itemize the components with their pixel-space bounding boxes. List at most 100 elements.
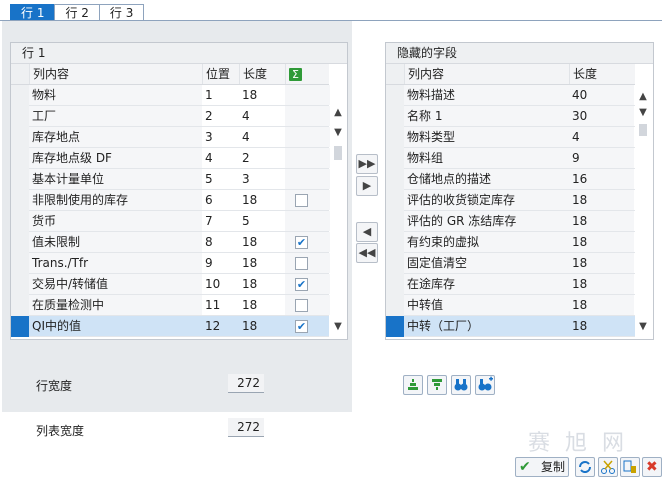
tab-row-3[interactable]: 行 3	[98, 4, 145, 21]
move-all-left-button[interactable]: ◀◀	[356, 243, 378, 263]
row-selector[interactable]	[11, 253, 29, 274]
cell-length[interactable]: 18	[239, 274, 284, 294]
row-selector[interactable]	[386, 274, 404, 295]
row-selector[interactable]	[386, 190, 404, 211]
table-row[interactable]: 货币 7 5	[11, 211, 332, 232]
cell-position[interactable]: 3	[202, 127, 238, 147]
row-selector[interactable]	[11, 85, 29, 106]
cell-position[interactable]: 12	[202, 316, 238, 336]
table-row[interactable]: 值未限制 8 18 ✔	[11, 232, 332, 253]
scroll-down-arrow-icon[interactable]: ▼	[635, 106, 651, 120]
col-header-length[interactable]: 长度	[239, 64, 283, 84]
layout-button[interactable]	[620, 457, 640, 477]
table-row[interactable]: 交易中/转储值 10 18 ✔	[11, 274, 332, 295]
cell-position[interactable]: 7	[202, 211, 238, 231]
cell-position[interactable]: 8	[202, 232, 238, 252]
sum-checkbox[interactable]: ✔	[295, 236, 308, 249]
col-header-sum[interactable]: Σ	[285, 64, 329, 84]
sum-checkbox[interactable]: ✔	[295, 320, 308, 333]
table-row[interactable]: 工厂 2 4	[11, 106, 332, 127]
col-header-length[interactable]: 长度	[569, 64, 635, 84]
cell-length[interactable]: 3	[239, 169, 284, 189]
table-row[interactable]: 非限制使用的库存 6 18	[11, 190, 332, 211]
row-selector[interactable]	[386, 169, 404, 190]
scroll-down-arrow-icon[interactable]: ▼	[330, 126, 346, 140]
cut-button[interactable]	[598, 457, 618, 477]
cell-position[interactable]: 10	[202, 274, 238, 294]
sum-checkbox[interactable]	[295, 194, 308, 207]
cell-length[interactable]: 4	[239, 127, 284, 147]
find-button[interactable]	[451, 375, 471, 395]
table-row[interactable]: Trans./Tfr 9 18	[11, 253, 332, 274]
scroll-thumb[interactable]	[334, 146, 342, 160]
table-row[interactable]: 中转值 18	[386, 295, 635, 316]
row-selector[interactable]	[386, 85, 404, 106]
row-selector[interactable]	[11, 232, 29, 253]
refresh-button[interactable]	[575, 457, 595, 477]
table-row[interactable]: 固定值清空 18	[386, 253, 635, 274]
sort-descending-button[interactable]	[427, 375, 447, 395]
select-all-handle[interactable]	[386, 64, 404, 84]
row-selector[interactable]	[386, 316, 404, 337]
row-selector[interactable]	[386, 211, 404, 232]
row-selector[interactable]	[11, 106, 29, 127]
move-right-button[interactable]: ▶	[356, 176, 378, 196]
row-selector[interactable]	[386, 127, 404, 148]
cell-position[interactable]: 11	[202, 295, 238, 315]
col-header-content[interactable]: 列内容	[404, 64, 570, 84]
table-row[interactable]: 库存地点 3 4	[11, 127, 332, 148]
table-row[interactable]: 有约束的虚拟 18	[386, 232, 635, 253]
cell-length[interactable]: 5	[239, 211, 284, 231]
col-header-content[interactable]: 列内容	[29, 64, 205, 84]
row-selector[interactable]	[11, 127, 29, 148]
cell-length[interactable]: 18	[239, 253, 284, 273]
table-row[interactable]: 库存地点级 DF 4 2	[11, 148, 332, 169]
cancel-button[interactable]: ✖	[642, 457, 662, 477]
table-row[interactable]: 评估的收货锁定库存 18	[386, 190, 635, 211]
cell-length[interactable]: 2	[239, 148, 284, 168]
cell-position[interactable]: 4	[202, 148, 238, 168]
row-selector[interactable]	[11, 295, 29, 316]
row-selector[interactable]	[386, 295, 404, 316]
table-row[interactable]: 基本计量单位 5 3	[11, 169, 332, 190]
move-left-button[interactable]: ◀	[356, 222, 378, 242]
scroll-bottom-arrow-icon[interactable]: ▼	[635, 320, 651, 334]
scroll-bottom-arrow-icon[interactable]: ▼	[330, 320, 346, 334]
row-selector[interactable]	[11, 316, 29, 337]
table-row[interactable]: 物料组 9	[386, 148, 635, 169]
cell-position[interactable]: 2	[202, 106, 238, 126]
table-row[interactable]: 中转（工厂） 18	[386, 316, 635, 337]
select-all-handle[interactable]	[11, 64, 29, 84]
table-row[interactable]: 物料类型 4	[386, 127, 635, 148]
table-row[interactable]: 物料描述 40	[386, 85, 635, 106]
cell-position[interactable]: 5	[202, 169, 238, 189]
table-row[interactable]: 在质量检测中 11 18	[11, 295, 332, 316]
sum-checkbox[interactable]: ✔	[295, 278, 308, 291]
row-selector[interactable]	[11, 211, 29, 232]
cell-length[interactable]: 18	[239, 316, 284, 336]
table-row[interactable]: 在途库存 18	[386, 274, 635, 295]
copy-button[interactable]: ✔ 复制	[515, 457, 569, 477]
scroll-up-arrow-icon[interactable]: ▲	[635, 90, 651, 104]
scroll-thumb[interactable]	[639, 124, 647, 136]
sum-checkbox[interactable]	[295, 299, 308, 312]
cell-length[interactable]: 18	[239, 85, 284, 105]
scroll-up-arrow-icon[interactable]: ▲	[330, 106, 346, 120]
find-next-button[interactable]	[475, 375, 495, 395]
row-selector[interactable]	[11, 190, 29, 211]
table-row[interactable]: 仓储地点的描述 16	[386, 169, 635, 190]
table-row[interactable]: 评估的 GR 冻结库存 18	[386, 211, 635, 232]
row-selector[interactable]	[11, 148, 29, 169]
tab-row-2[interactable]: 行 2	[54, 4, 100, 21]
left-table-scrollbar[interactable]: ▲ ▼ ▼	[330, 84, 346, 336]
row-selector[interactable]	[11, 169, 29, 190]
row-selector[interactable]	[386, 253, 404, 274]
move-all-right-button[interactable]: ▶▶	[356, 154, 378, 174]
table-row[interactable]: 物料 1 18	[11, 85, 332, 106]
row-selector[interactable]	[11, 274, 29, 295]
cell-position[interactable]: 6	[202, 190, 238, 210]
cell-length[interactable]: 18	[239, 190, 284, 210]
cell-length[interactable]: 4	[239, 106, 284, 126]
table-row[interactable]: QI中的值 12 18 ✔	[11, 316, 329, 337]
cell-length[interactable]: 18	[239, 295, 284, 315]
